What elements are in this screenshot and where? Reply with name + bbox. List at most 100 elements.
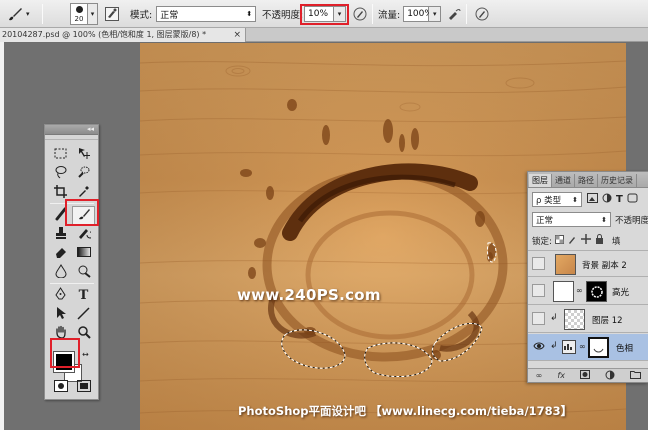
airbrush-toggle[interactable] <box>446 0 462 28</box>
document-tab[interactable]: 20104287.psd @ 100% (色相/饱和度 1, 图层蒙版/8) *… <box>0 28 246 42</box>
layers-panel-footer: ∞ fx <box>528 368 648 382</box>
layers-panel: 图层 通道 路径 历史记录 ρ 类型 ⬍ T 正常 ⬍ 不透明度 锁定: 填 背… <box>527 171 648 383</box>
adjust-icon[interactable] <box>605 370 615 382</box>
blend-row: 正常 ⬍ 不透明度 <box>528 212 648 227</box>
brush-tip-dot <box>76 6 83 13</box>
mask-icon[interactable] <box>580 370 591 381</box>
layer-filter-select[interactable]: ρ 类型 ⬍ <box>532 192 582 207</box>
mode-select[interactable]: 正常 ⬍ <box>156 6 257 22</box>
visibility-toggle-empty[interactable] <box>532 257 545 270</box>
fill-label: 填 <box>611 236 621 247</box>
layer-mask-thumbnail-active[interactable] <box>588 337 609 358</box>
brush-size-dropdown-icon: ▾ <box>88 3 98 25</box>
filter-adjustment-icon[interactable] <box>602 193 612 206</box>
quick-mask-icon[interactable] <box>53 380 68 395</box>
layer-thumbnail-wood <box>555 254 576 275</box>
lock-paint-icon[interactable] <box>568 235 577 247</box>
clone-stamp-tool[interactable] <box>49 225 72 244</box>
folder-icon[interactable] <box>630 370 642 381</box>
brush-preview: 20 <box>70 3 88 25</box>
blur-tool[interactable] <box>49 263 72 282</box>
visibility-toggle-empty[interactable] <box>532 284 545 297</box>
window-edge <box>0 42 4 430</box>
link-icon[interactable]: ∞ <box>536 371 543 380</box>
eraser-icon <box>54 245 68 262</box>
brush-size-value: 20 <box>74 15 84 23</box>
tools-panel-header[interactable]: ◂◂ <box>45 125 98 135</box>
quick-selection-icon <box>77 165 91 182</box>
layer-row[interactable]: ↲ 图层 12 <box>528 306 648 333</box>
lasso-tool[interactable] <box>49 164 72 183</box>
separator <box>466 4 467 24</box>
layer-name: 背景 副本 2 <box>582 261 627 271</box>
chain-link-icon[interactable]: ∞ <box>576 286 583 295</box>
mode-value: 正常 <box>160 10 179 21</box>
line-tool[interactable] <box>72 305 95 324</box>
move-tool[interactable] <box>72 145 95 164</box>
pen-tool[interactable] <box>49 286 72 305</box>
lock-all-icon[interactable] <box>595 234 604 247</box>
panel-grip[interactable] <box>45 135 98 140</box>
arrow-icon <box>55 306 67 323</box>
chain-link-icon[interactable]: ∞ <box>579 342 586 351</box>
layer-mask-thumbnail[interactable] <box>586 281 607 302</box>
eraser-tool[interactable] <box>49 244 72 263</box>
collapse-panel-icon[interactable]: ◂◂ <box>87 125 94 133</box>
fx-icon[interactable]: fx <box>557 371 565 380</box>
layer-row-selected[interactable]: ↲ ∞ 色相 <box>528 334 648 361</box>
move-icon <box>77 146 91 163</box>
swap-colors-icon[interactable]: ↔ <box>82 350 89 359</box>
dodge-tool[interactable] <box>72 263 95 282</box>
layer-name: 高光 <box>612 288 630 298</box>
brush-panel-icon <box>104 6 120 22</box>
color-highlight-box <box>50 338 80 368</box>
layer-row[interactable]: ∞ 高光 <box>528 278 648 305</box>
lock-transparency-icon[interactable] <box>554 234 564 247</box>
tools-panel: ◂◂ T ↔ <box>44 124 99 400</box>
tab-paths[interactable]: 路径 <box>575 174 598 187</box>
brush-size-picker[interactable]: 20 ▾ <box>70 0 98 28</box>
quick-selection-tool[interactable] <box>72 164 95 183</box>
blend-arrow-icon: ⬍ <box>601 215 607 224</box>
opacity-label: 不透明度: <box>262 10 304 21</box>
layers-panel-tabs: 图层 通道 路径 历史记录 <box>528 172 648 188</box>
pressure-size-toggle[interactable] <box>474 0 490 28</box>
flow-input[interactable]: 100% <box>403 6 433 22</box>
visibility-toggle-empty[interactable] <box>532 312 545 325</box>
screen-mode-icon[interactable] <box>76 380 91 395</box>
marquee-tool[interactable] <box>49 145 72 164</box>
eye-icon[interactable] <box>533 341 545 354</box>
brush-tool-highlight-box <box>65 199 99 226</box>
type-tool[interactable]: T <box>72 286 95 305</box>
tool-grid-selection <box>49 145 95 202</box>
layer-row[interactable]: 背景 副本 2 <box>528 250 648 277</box>
watermark-credit: PhotoShop平面设计吧 【www.linecg.com/tieba/178… <box>238 404 573 418</box>
path-selection-tool[interactable] <box>49 305 72 324</box>
filter-shape-icon[interactable] <box>627 193 638 206</box>
tab-history[interactable]: 历史记录 <box>598 174 637 187</box>
filter-type-icon[interactable]: T <box>616 194 623 205</box>
tab-channels[interactable]: 通道 <box>552 174 575 187</box>
filter-pixel-icon[interactable] <box>587 193 598 206</box>
watermark-url: www.240PS.com <box>237 286 381 304</box>
layer-thumbnail-white <box>553 281 574 302</box>
flow-slider-toggle[interactable]: ▾ <box>429 6 442 22</box>
history-brush-tool[interactable] <box>72 225 95 244</box>
layer-name: 图层 12 <box>592 316 623 326</box>
close-tab-icon[interactable]: × <box>233 28 241 42</box>
filter-arrow-icon: ⬍ <box>572 195 578 204</box>
lock-move-icon[interactable] <box>580 234 591 247</box>
clipping-arrow-icon: ↲ <box>550 313 558 323</box>
mode-select-arrow-icon: ⬍ <box>246 10 253 18</box>
gradient-icon <box>76 247 91 260</box>
pressure-opacity-toggle[interactable] <box>352 0 368 28</box>
clipping-arrow-icon: ↲ <box>550 341 558 351</box>
brush-panel-toggle[interactable] <box>104 0 120 28</box>
layer-opacity-label: 不透明度 <box>614 215 648 226</box>
tab-layers[interactable]: 图层 <box>529 174 552 187</box>
opacity-highlight-box <box>300 4 349 25</box>
brush-tool-preset[interactable]: ▾ <box>6 0 30 28</box>
preset-dropdown-icon: ▾ <box>26 10 30 18</box>
gradient-tool[interactable] <box>72 244 95 263</box>
blend-mode-select[interactable]: 正常 ⬍ <box>532 212 611 227</box>
